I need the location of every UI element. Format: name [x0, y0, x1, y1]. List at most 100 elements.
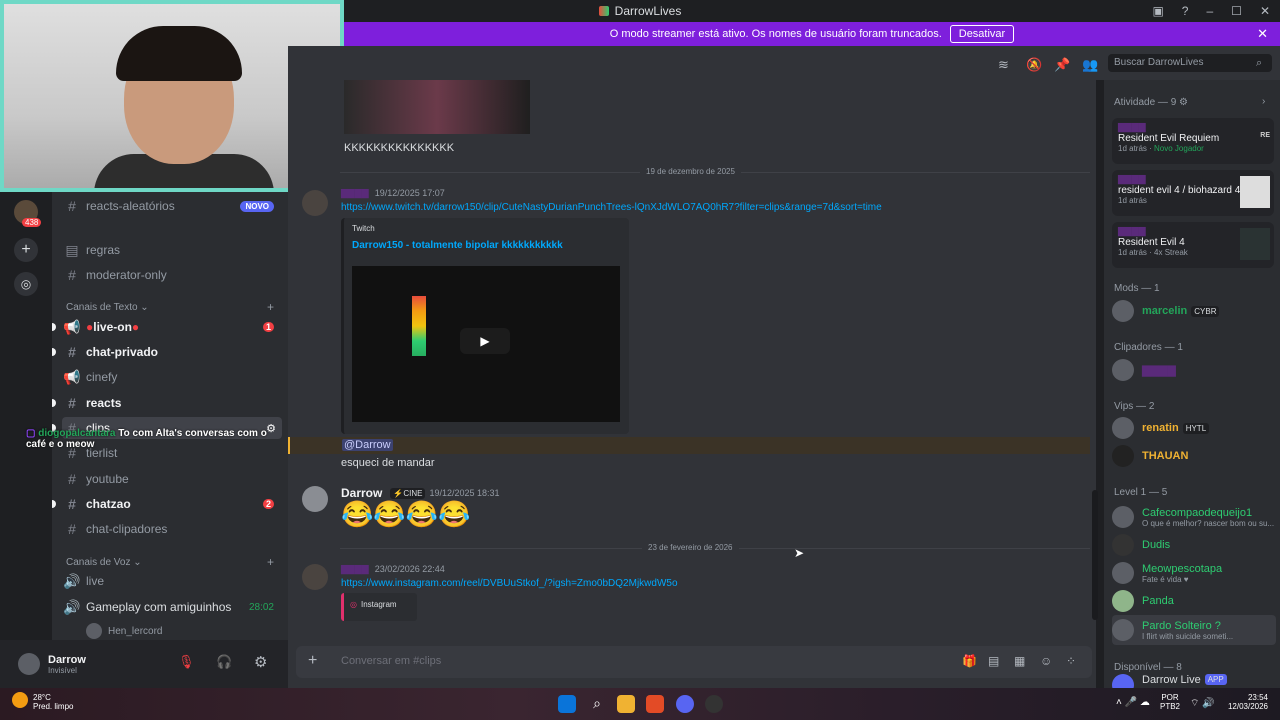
member-row[interactable]: Cafecompaodequeijo1 O que é melhor? nasce…	[1112, 502, 1276, 532]
avatar[interactable]	[302, 564, 328, 590]
play-icon[interactable]: ▶	[460, 328, 510, 354]
disable-streamer-button[interactable]: Desativar	[949, 25, 1015, 43]
member-row[interactable]: Meowpescotapa Fate é vida ♥	[1112, 558, 1276, 588]
guild-tag: ⚡CINE	[390, 487, 426, 499]
username-redacted[interactable]: ▇▇▇▇	[341, 564, 369, 575]
embed-title[interactable]: Darrow150 - totalmente bipolar kkkkkkkkk…	[352, 240, 563, 251]
close-icon[interactable]: ✕	[1257, 26, 1268, 42]
explore-icon[interactable]: ◎	[14, 272, 38, 296]
instagram-embed[interactable]: ◎ Instagram	[341, 593, 417, 621]
member-row[interactable]: Panda	[1112, 586, 1276, 616]
add-attachment-icon[interactable]: +	[308, 652, 317, 670]
member-row[interactable]: renatin HYTL	[1112, 413, 1276, 443]
member-row[interactable]: marcelin CYBR	[1112, 296, 1276, 326]
channel-live-on[interactable]: 📢 ● live-on ● 1	[52, 316, 282, 338]
member-row[interactable]: Dudis	[1112, 530, 1276, 560]
mention[interactable]: @Darrow	[342, 439, 393, 451]
username-redacted[interactable]: ▇▇▇▇	[341, 188, 369, 199]
avatar[interactable]	[302, 486, 328, 512]
channel-youtube[interactable]: # youtube	[62, 468, 282, 490]
member-row[interactable]: Pardo Solteiro ? I flirt with suicide som…	[1112, 615, 1276, 645]
channel-reacts-aleatorios[interactable]: # reacts-aleatórios NOVO	[62, 195, 282, 217]
voice-channel-live[interactable]: 🔊 live	[62, 570, 282, 592]
tray-icons[interactable]: ˄ 🎤 ☁	[1116, 697, 1150, 708]
search-input[interactable]: Buscar DarrowLives	[1108, 54, 1272, 72]
avatar	[86, 623, 102, 639]
obs-icon[interactable]	[705, 695, 723, 713]
stream-chat-overlay: ▢ diogopalcantara To com Alta's conversa…	[26, 428, 267, 450]
activity-card[interactable]: ▇▇▇▇ Resident Evil 4 1d atrás · 4x Strea…	[1112, 222, 1274, 268]
activity-card[interactable]: ▇▇▇▇ Resident Evil Requiem 1d atrás · No…	[1112, 118, 1274, 164]
gift-icon[interactable]: 🎁	[962, 654, 977, 668]
channel-chat-clipadores[interactable]: # chat-clipadores	[62, 518, 282, 540]
gif-icon[interactable]: ▤	[988, 654, 999, 668]
game-icon	[1240, 176, 1270, 208]
member-row[interactable]: THAUAN	[1112, 441, 1276, 471]
weather-widget[interactable]: 28°C Pred. limpo	[33, 693, 73, 711]
message-link[interactable]: https://www.instagram.com/reel/DVBUuStko…	[341, 578, 678, 589]
message-input[interactable]: Conversar em #clips	[341, 655, 441, 667]
discord-icon[interactable]	[676, 695, 694, 713]
channel-moderator-only[interactable]: # moderator-only	[62, 264, 282, 286]
embed-thumbnail[interactable]: ▶	[352, 266, 620, 422]
voice-user[interactable]: Hen_lercord	[86, 620, 306, 642]
image-attachment[interactable]	[344, 80, 530, 134]
available-header: Disponível — 8	[1114, 662, 1182, 673]
channel-regras[interactable]: ▤ regras	[62, 239, 282, 261]
avatar	[1112, 445, 1134, 467]
pin-icon[interactable]: 📌	[1054, 57, 1070, 73]
sticker-icon[interactable]: ▦	[1014, 654, 1025, 668]
category-text-channels[interactable]: Canais de Texto ⌄	[66, 302, 149, 313]
vips-header: Vips — 2	[1114, 401, 1155, 412]
channel-chatzao[interactable]: # chatzao 2	[52, 493, 282, 515]
emoji-icon[interactable]: ☺	[1040, 654, 1052, 668]
category-voice-channels[interactable]: Canais de Voz ⌄	[66, 557, 142, 568]
apps-icon[interactable]: ⁘	[1066, 654, 1076, 668]
user-settings-icon[interactable]: ⚙	[254, 653, 267, 671]
start-icon[interactable]	[558, 695, 576, 713]
brave-icon[interactable]	[646, 695, 664, 713]
add-voice-channel-icon[interactable]: +	[267, 555, 274, 569]
notifications-off-icon[interactable]: 🔕	[1026, 57, 1042, 73]
inbox-icon[interactable]: ▣	[1152, 4, 1163, 18]
avatar[interactable]	[18, 653, 40, 675]
speaker-icon: 🔊	[63, 572, 81, 589]
threads-icon[interactable]: ≋	[998, 57, 1009, 73]
close-button[interactable]: ✕	[1260, 4, 1270, 18]
voice-channel-gameplay[interactable]: 🔊 Gameplay com amiguinhos 28:02	[62, 596, 282, 618]
weather-icon[interactable]	[12, 692, 28, 708]
avatar	[1112, 506, 1134, 528]
add-channel-icon[interactable]: +	[267, 300, 274, 314]
network-volume-icons[interactable]: ⌔ 🔊	[1190, 697, 1215, 710]
language-indicator[interactable]: POR PTB2	[1160, 693, 1180, 711]
hash-icon: #	[68, 344, 76, 360]
channel-cinefy[interactable]: 📢 cinefy	[62, 366, 282, 388]
add-server-icon[interactable]: +	[14, 238, 38, 262]
megaphone-icon: 📢	[63, 318, 81, 335]
clock[interactable]: 23:54 12/03/2026	[1226, 693, 1268, 711]
taskbar	[0, 688, 1280, 720]
mention-highlight	[288, 437, 1090, 454]
activity-card[interactable]: ▇▇▇▇ resident evil 4 / biohazard 4 1d at…	[1112, 170, 1274, 216]
file-explorer-icon[interactable]	[617, 695, 635, 713]
channel-chat-privado[interactable]: # chat-privado	[52, 341, 282, 363]
avatar	[1112, 534, 1134, 556]
mic-muted-icon[interactable]: 🎙	[178, 654, 195, 670]
cursor-icon: ➤	[794, 546, 805, 560]
members-icon[interactable]: 👥	[1082, 57, 1098, 73]
maximize-button[interactable]: ☐	[1231, 4, 1242, 18]
minimize-button[interactable]: –	[1206, 4, 1213, 18]
chat-scrollbar[interactable]	[1092, 490, 1098, 620]
chat-icon: ▢	[26, 428, 36, 439]
hash-icon: #	[68, 521, 76, 537]
member-row[interactable]: Darrow Live APP	[1112, 674, 1276, 688]
member-row[interactable]: ▇▇▇▇	[1112, 355, 1276, 385]
channel-reacts[interactable]: # reacts	[52, 392, 282, 414]
avatar[interactable]	[302, 190, 328, 216]
search-icon[interactable]: ⌕	[588, 695, 606, 713]
help-icon[interactable]: ?	[1182, 4, 1189, 18]
chevron-right-icon[interactable]: ›	[1262, 96, 1265, 107]
message-link[interactable]: https://www.twitch.tv/darrow150/clip/Cut…	[341, 202, 1081, 213]
game-icon	[1240, 228, 1270, 260]
headphones-muted-icon[interactable]: 🎧	[216, 654, 232, 670]
